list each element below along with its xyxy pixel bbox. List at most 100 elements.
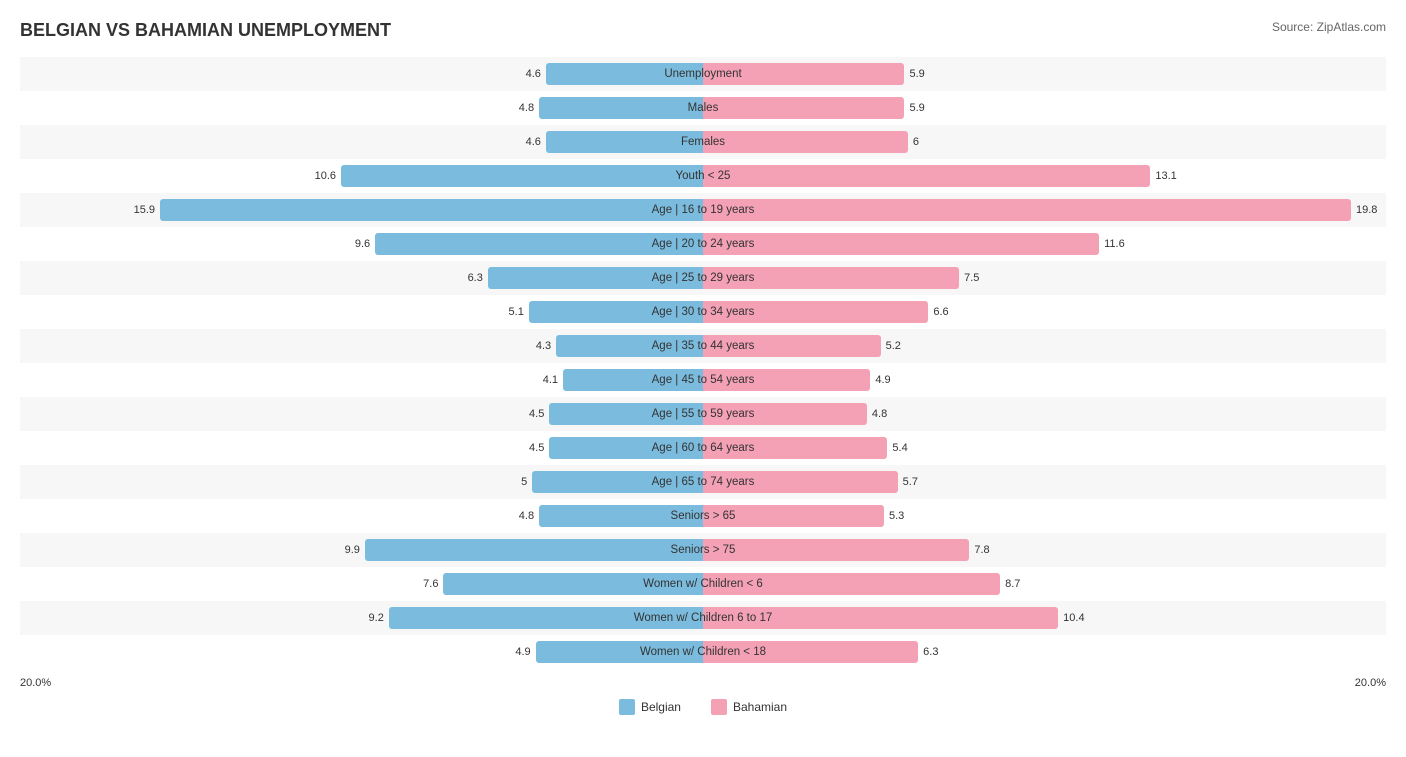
- bar-row: 9.9 Seniors > 75 7.8: [20, 533, 1386, 567]
- belgian-value: 15.9: [125, 204, 155, 216]
- belgian-value: 9.6: [340, 238, 370, 250]
- bahamian-value: 5.9: [909, 102, 939, 114]
- bahamian-value: 6.3: [923, 646, 953, 658]
- belgian-bar: [443, 573, 703, 595]
- belgian-value: 7.6: [408, 578, 438, 590]
- bahamian-value: 4.9: [875, 374, 905, 386]
- chart-container: BELGIAN VS BAHAMIAN UNEMPLOYMENT Source:…: [0, 0, 1406, 725]
- bar-row: 4.6 Females 6: [20, 125, 1386, 159]
- bar-row: 9.2 Women w/ Children 6 to 17 10.4: [20, 601, 1386, 635]
- belgian-value: 4.6: [511, 136, 541, 148]
- bar-row: 4.8 Seniors > 65 5.3: [20, 499, 1386, 533]
- bahamian-bar: [703, 539, 969, 561]
- belgian-value: 4.8: [504, 102, 534, 114]
- bar-row: 10.6 Youth < 25 13.1: [20, 159, 1386, 193]
- bahamian-bar: [703, 233, 1099, 255]
- belgian-bar: [536, 641, 703, 663]
- bahamian-value: 8.7: [1005, 578, 1035, 590]
- belgian-bar: [563, 369, 703, 391]
- bar-row: 4.8 Males 5.9: [20, 91, 1386, 125]
- bahamian-value: 10.4: [1063, 612, 1093, 624]
- bahamian-value: 5.2: [886, 340, 916, 352]
- bahamian-value: 5.3: [889, 510, 919, 522]
- bahamian-bar: [703, 199, 1351, 221]
- bahamian-bar: [703, 97, 904, 119]
- belgian-value: 4.1: [528, 374, 558, 386]
- bahamian-value: 13.1: [1155, 170, 1185, 182]
- belgian-bar: [546, 63, 703, 85]
- bahamian-bar: [703, 369, 870, 391]
- belgian-bar: [549, 437, 703, 459]
- bahamian-value: 19.8: [1356, 204, 1386, 216]
- belgian-value: 9.2: [354, 612, 384, 624]
- bar-row: 4.1 Age | 45 to 54 years 4.9: [20, 363, 1386, 397]
- axis-right: 20.0%: [1355, 677, 1386, 689]
- belgian-value: 4.9: [501, 646, 531, 658]
- bahamian-value: 5.4: [892, 442, 922, 454]
- belgian-bar: [488, 267, 703, 289]
- bahamian-bar: [703, 471, 898, 493]
- belgian-value: 5.1: [494, 306, 524, 318]
- bahamian-bar: [703, 131, 908, 153]
- bahamian-value: 4.8: [872, 408, 902, 420]
- bar-row: 4.6 Unemployment 5.9: [20, 57, 1386, 91]
- bar-row: 4.5 Age | 60 to 64 years 5.4: [20, 431, 1386, 465]
- bahamian-bar: [703, 165, 1150, 187]
- axis-row: 20.0% 20.0%: [20, 677, 1386, 689]
- bahamian-bar: [703, 607, 1058, 629]
- bar-row: 6.3 Age | 25 to 29 years 7.5: [20, 261, 1386, 295]
- chart-source: Source: ZipAtlas.com: [1272, 20, 1386, 34]
- bahamian-bar: [703, 641, 918, 663]
- belgian-bar: [529, 301, 703, 323]
- belgian-value: 6.3: [453, 272, 483, 284]
- belgian-value: 10.6: [306, 170, 336, 182]
- belgian-value: 4.8: [504, 510, 534, 522]
- belgian-bar: [160, 199, 703, 221]
- bahamian-value: 6: [913, 136, 943, 148]
- chart-body: 4.6 Unemployment 5.9 4.8 Males: [20, 57, 1386, 669]
- bar-row: 4.3 Age | 35 to 44 years 5.2: [20, 329, 1386, 363]
- bar-row: 5.1 Age | 30 to 34 years 6.6: [20, 295, 1386, 329]
- bahamian-bar: [703, 403, 867, 425]
- bar-row: 4.9 Women w/ Children < 18 6.3: [20, 635, 1386, 669]
- belgian-bar: [539, 97, 703, 119]
- bahamian-bar: [703, 63, 904, 85]
- belgian-bar: [341, 165, 703, 187]
- legend-bahamian-label: Bahamian: [733, 700, 787, 714]
- bahamian-bar: [703, 505, 884, 527]
- chart-title: BELGIAN VS BAHAMIAN UNEMPLOYMENT: [20, 20, 391, 41]
- bar-row: 4.5 Age | 55 to 59 years 4.8: [20, 397, 1386, 431]
- bar-row: 5 Age | 65 to 74 years 5.7: [20, 465, 1386, 499]
- belgian-value: 4.5: [514, 442, 544, 454]
- chart-header: BELGIAN VS BAHAMIAN UNEMPLOYMENT Source:…: [20, 20, 1386, 41]
- belgian-bar: [539, 505, 703, 527]
- bahamian-bar: [703, 335, 881, 357]
- bahamian-value: 5.9: [909, 68, 939, 80]
- bar-row: 7.6 Women w/ Children < 6 8.7: [20, 567, 1386, 601]
- belgian-bar: [389, 607, 703, 629]
- axis-left: 20.0%: [20, 677, 51, 689]
- bahamian-value: 5.7: [903, 476, 933, 488]
- bahamian-value: 11.6: [1104, 238, 1134, 250]
- belgian-bar: [556, 335, 703, 357]
- belgian-value: 4.6: [511, 68, 541, 80]
- bahamian-bar: [703, 301, 928, 323]
- bahamian-value: 6.6: [933, 306, 963, 318]
- belgian-bar: [532, 471, 703, 493]
- belgian-bar: [546, 131, 703, 153]
- bahamian-bar: [703, 267, 959, 289]
- legend-bahamian: Bahamian: [711, 699, 787, 715]
- belgian-bar: [365, 539, 703, 561]
- legend-belgian: Belgian: [619, 699, 681, 715]
- belgian-value: 5: [497, 476, 527, 488]
- legend-belgian-label: Belgian: [641, 700, 681, 714]
- bahamian-value: 7.8: [974, 544, 1004, 556]
- bahamian-value: 7.5: [964, 272, 994, 284]
- legend-belgian-box: [619, 699, 635, 715]
- belgian-bar: [549, 403, 703, 425]
- belgian-value: 4.3: [521, 340, 551, 352]
- bar-row: 15.9 Age | 16 to 19 years 19.8: [20, 193, 1386, 227]
- legend: Belgian Bahamian: [20, 699, 1386, 715]
- legend-bahamian-box: [711, 699, 727, 715]
- belgian-value: 4.5: [514, 408, 544, 420]
